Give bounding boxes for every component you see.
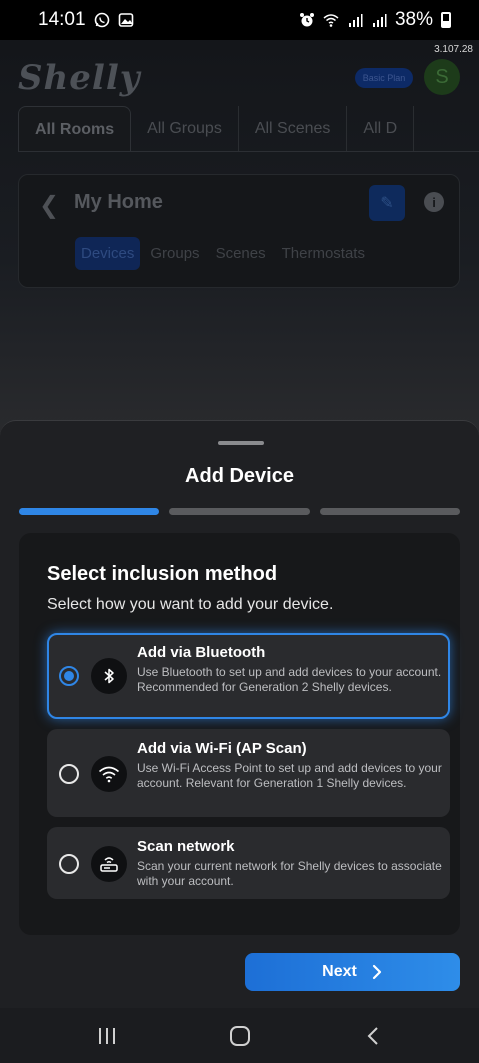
- tab-all-scenes[interactable]: All Scenes: [239, 106, 348, 151]
- option-title: Scan network: [137, 838, 235, 855]
- option-description: Scan your current network for Shelly dev…: [137, 859, 442, 888]
- tab-all-devices[interactable]: All D: [347, 106, 415, 151]
- recent-apps-icon: [98, 1027, 115, 1044]
- edit-button[interactable]: ✎: [369, 185, 405, 221]
- radio-bluetooth[interactable]: [59, 666, 79, 686]
- whatsapp-icon: [94, 12, 109, 28]
- recent-apps-button[interactable]: [77, 1016, 137, 1056]
- next-button[interactable]: Next: [245, 953, 460, 991]
- tab-all-rooms[interactable]: All Rooms: [18, 106, 132, 151]
- battery-percent: 38%: [394, 9, 433, 30]
- panel-subtitle: Select how you want to add your device.: [47, 596, 334, 613]
- inclusion-method-panel: Select inclusion method Select how you w…: [19, 533, 460, 935]
- option-title: Add via Wi-Fi (AP Scan): [137, 740, 307, 757]
- tab-all-groups[interactable]: All Groups: [131, 106, 239, 151]
- next-button-label: Next: [322, 963, 357, 980]
- subtab-scenes[interactable]: Scenes: [210, 237, 272, 270]
- back-button[interactable]: [343, 1016, 403, 1056]
- radio-wifi[interactable]: [59, 764, 79, 784]
- option-bluetooth[interactable]: Add via Bluetooth Use Bluetooth to set u…: [47, 633, 450, 719]
- home-icon: [229, 1025, 250, 1046]
- app-background: 3.107.28 Shelly Basic Plan S All Rooms A…: [0, 40, 479, 440]
- info-icon[interactable]: i: [424, 192, 444, 212]
- wifi-icon: [91, 756, 127, 792]
- app-version: 3.107.28: [434, 44, 473, 55]
- system-nav-bar: [0, 1008, 479, 1063]
- signal-icon: [348, 14, 363, 27]
- subtab-groups[interactable]: Groups: [144, 237, 205, 270]
- step-indicator-3: [319, 508, 460, 515]
- signal-icon-2: [372, 14, 387, 27]
- wifi-icon: [323, 14, 339, 27]
- step-indicator-2: [169, 508, 310, 515]
- option-title: Add via Bluetooth: [137, 644, 266, 661]
- avatar[interactable]: S: [424, 59, 460, 95]
- add-device-sheet: Add Device Select inclusion method Selec…: [0, 420, 479, 1008]
- plan-badge[interactable]: Basic Plan: [355, 68, 413, 88]
- top-tabs: All Rooms All Groups All Scenes All D: [18, 106, 479, 152]
- shelly-logo: Shelly: [18, 58, 141, 98]
- router-icon: [91, 846, 127, 882]
- subtab-thermostats[interactable]: Thermostats: [276, 237, 371, 270]
- chevron-right-icon: [372, 964, 381, 980]
- home-title: My Home: [74, 191, 163, 213]
- home-card: ❮ My Home ✎ i Devices Groups Scenes Ther…: [18, 174, 460, 288]
- panel-title: Select inclusion method: [47, 563, 278, 585]
- home-button[interactable]: [210, 1016, 270, 1056]
- clock: 14:01: [38, 9, 86, 30]
- back-chevron-icon[interactable]: ❮: [39, 191, 59, 220]
- bluetooth-icon: [91, 658, 127, 694]
- sheet-drag-handle[interactable]: [218, 441, 264, 445]
- option-description: Use Bluetooth to set up and add devices …: [137, 665, 442, 694]
- gallery-icon: [118, 13, 133, 27]
- subtab-devices[interactable]: Devices: [75, 237, 141, 270]
- step-indicator-1: [19, 508, 160, 515]
- back-icon: [367, 1026, 378, 1045]
- option-description: Use Wi-Fi Access Point to set up and add…: [137, 761, 442, 790]
- option-wifi-ap-scan[interactable]: Add via Wi-Fi (AP Scan) Use Wi-Fi Access…: [47, 729, 450, 817]
- sheet-title: Add Device: [185, 465, 294, 487]
- home-subtabs: Devices Groups Scenes Thermostats: [75, 237, 371, 270]
- radio-scan-network[interactable]: [59, 854, 79, 874]
- battery-icon: [441, 12, 451, 28]
- option-scan-network[interactable]: Scan network Scan your current network f…: [47, 827, 450, 899]
- pencil-icon: ✎: [380, 195, 394, 212]
- step-progress: [19, 508, 460, 515]
- alarm-icon: [299, 13, 314, 27]
- status-bar: 14:01 38%: [0, 0, 479, 40]
